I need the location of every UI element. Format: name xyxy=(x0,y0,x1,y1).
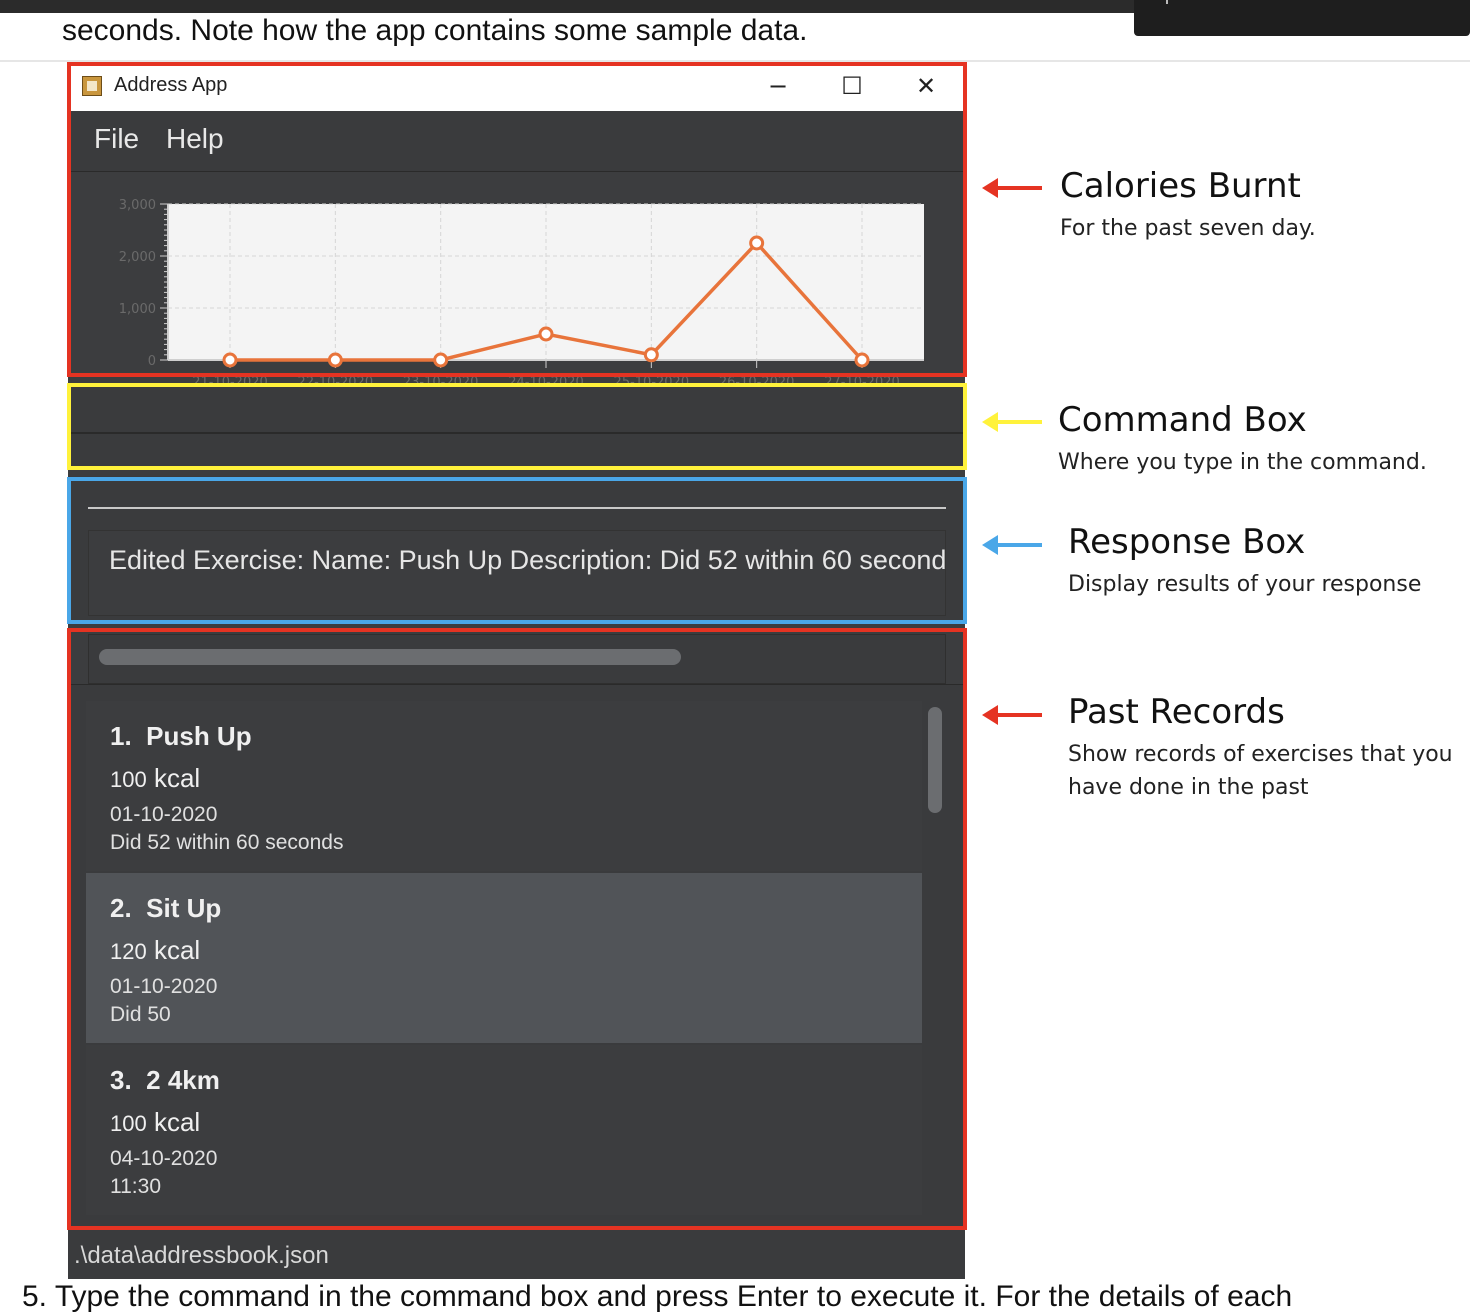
data-point xyxy=(327,352,343,368)
response-text: Edited Exercise: Name: Push Up Descripti… xyxy=(109,545,946,575)
calories-arrow xyxy=(982,178,1042,198)
x-tick-label: 24-10-2020 xyxy=(508,375,584,384)
record-date: 01-10-2020 xyxy=(110,803,218,826)
records-arrow xyxy=(982,705,1042,725)
y-tick-label: 2,000 xyxy=(119,250,156,265)
command-caption: Where you type in the command. xyxy=(1058,450,1427,475)
app-window: Address App − ☐ ✕ File Help 0 1,000 2,000 3… xyxy=(68,62,965,1279)
command-arrow xyxy=(982,412,1042,432)
data-point xyxy=(643,347,659,363)
record-title: 3. 2 4km xyxy=(110,1065,220,1095)
calories-label: Calories Burnt xyxy=(1060,166,1301,206)
data-point xyxy=(222,352,238,368)
response-text-area[interactable]: Edited Exercise: Name: Push Up Descripti… xyxy=(88,530,946,616)
overlay-box xyxy=(1134,0,1470,36)
next-step-text: 5. Type the command in the command box a… xyxy=(22,1280,1293,1313)
calories-line-chart: 0 1,000 2,000 3,000 21-10-2020 22-10-2020 23-1… xyxy=(119,198,924,390)
x-tick-label: 23-10-2020 xyxy=(403,375,479,384)
records-caption-line2: have done in the past xyxy=(1068,775,1309,800)
x-tick-label: 21-10-2020 xyxy=(192,375,268,384)
data-file-path: .\data\addressbook.json xyxy=(74,1242,329,1269)
app-icon xyxy=(82,76,102,96)
intro-text: seconds. Note how the app contains some … xyxy=(62,14,808,47)
records-label: Past Records xyxy=(1068,692,1285,732)
x-tick-label: 22-10-2020 xyxy=(298,375,374,384)
minimize-button[interactable]: − xyxy=(758,70,798,102)
record-title: 1. Push Up xyxy=(110,721,252,751)
response-box: Edited Exercise: Name: Push Up Descripti… xyxy=(68,476,965,622)
record-title: 2. Sit Up xyxy=(110,893,222,923)
record-description: Did 50 xyxy=(110,1003,171,1026)
calories-caption: For the past seven day. xyxy=(1060,216,1316,241)
horizontal-scroll-thumb[interactable] xyxy=(99,649,681,665)
record-calories: 100 kcal xyxy=(110,1107,201,1137)
maximize-button[interactable]: ☐ xyxy=(832,70,872,102)
response-arrow xyxy=(982,535,1042,555)
data-point xyxy=(749,235,765,251)
status-bar: .\data\addressbook.json xyxy=(68,1234,965,1276)
response-label: Response Box xyxy=(1068,522,1306,562)
record-description: 11:30 xyxy=(110,1175,161,1198)
command-input-underline xyxy=(68,432,965,434)
record-description: Did 52 within 60 seconds xyxy=(110,831,344,854)
command-label: Command Box xyxy=(1058,400,1307,440)
records-caption-line1: Show records of exercises that you xyxy=(1068,742,1453,767)
x-tick-label: 25-10-2020 xyxy=(614,375,690,384)
data-point xyxy=(854,352,870,368)
command-box[interactable] xyxy=(68,384,965,468)
record-calories: 120 kcal xyxy=(110,935,201,965)
calories-chart: 0 1,000 2,000 3,000 21-10-2020 22-10-2020 23-1… xyxy=(68,172,965,390)
menu-bar: File Help xyxy=(68,111,965,172)
list-item[interactable]: 2. Sit Up 120 kcal 01-10-2020 Did 50 xyxy=(86,873,922,1043)
data-point xyxy=(538,326,554,342)
y-tick-label: 3,000 xyxy=(119,198,156,213)
record-date: 01-10-2020 xyxy=(110,975,218,998)
window-title: Address App xyxy=(114,74,228,96)
record-calories: 100 kcal xyxy=(110,763,201,793)
vertical-scroll-thumb[interactable] xyxy=(928,707,942,813)
x-tick-label: 26-10-2020 xyxy=(719,375,795,384)
title-bar: Address App − ☐ ✕ xyxy=(68,62,965,111)
x-tick-label: 27-10-2020 xyxy=(824,375,900,384)
y-tick-label: 0 xyxy=(148,354,156,369)
list-item[interactable]: 3. 2 4km 100 kcal 04-10-2020 11:30 xyxy=(86,1045,922,1215)
y-tick-label: 1,000 xyxy=(119,302,156,317)
close-button[interactable]: ✕ xyxy=(906,70,946,102)
record-date: 04-10-2020 xyxy=(110,1147,218,1170)
list-item[interactable]: 1. Push Up 100 kcal 01-10-2020 Did 52 wi… xyxy=(86,701,922,871)
records-list: 1. Push Up 100 kcal 01-10-2020 Did 52 wi… xyxy=(68,684,965,1279)
data-point xyxy=(433,352,449,368)
menu-file[interactable]: File xyxy=(94,123,139,155)
response-caption: Display results of your response xyxy=(1068,572,1422,597)
response-divider xyxy=(88,507,946,509)
menu-help[interactable]: Help xyxy=(166,123,224,155)
horizontal-scrollbar[interactable] xyxy=(88,634,946,684)
